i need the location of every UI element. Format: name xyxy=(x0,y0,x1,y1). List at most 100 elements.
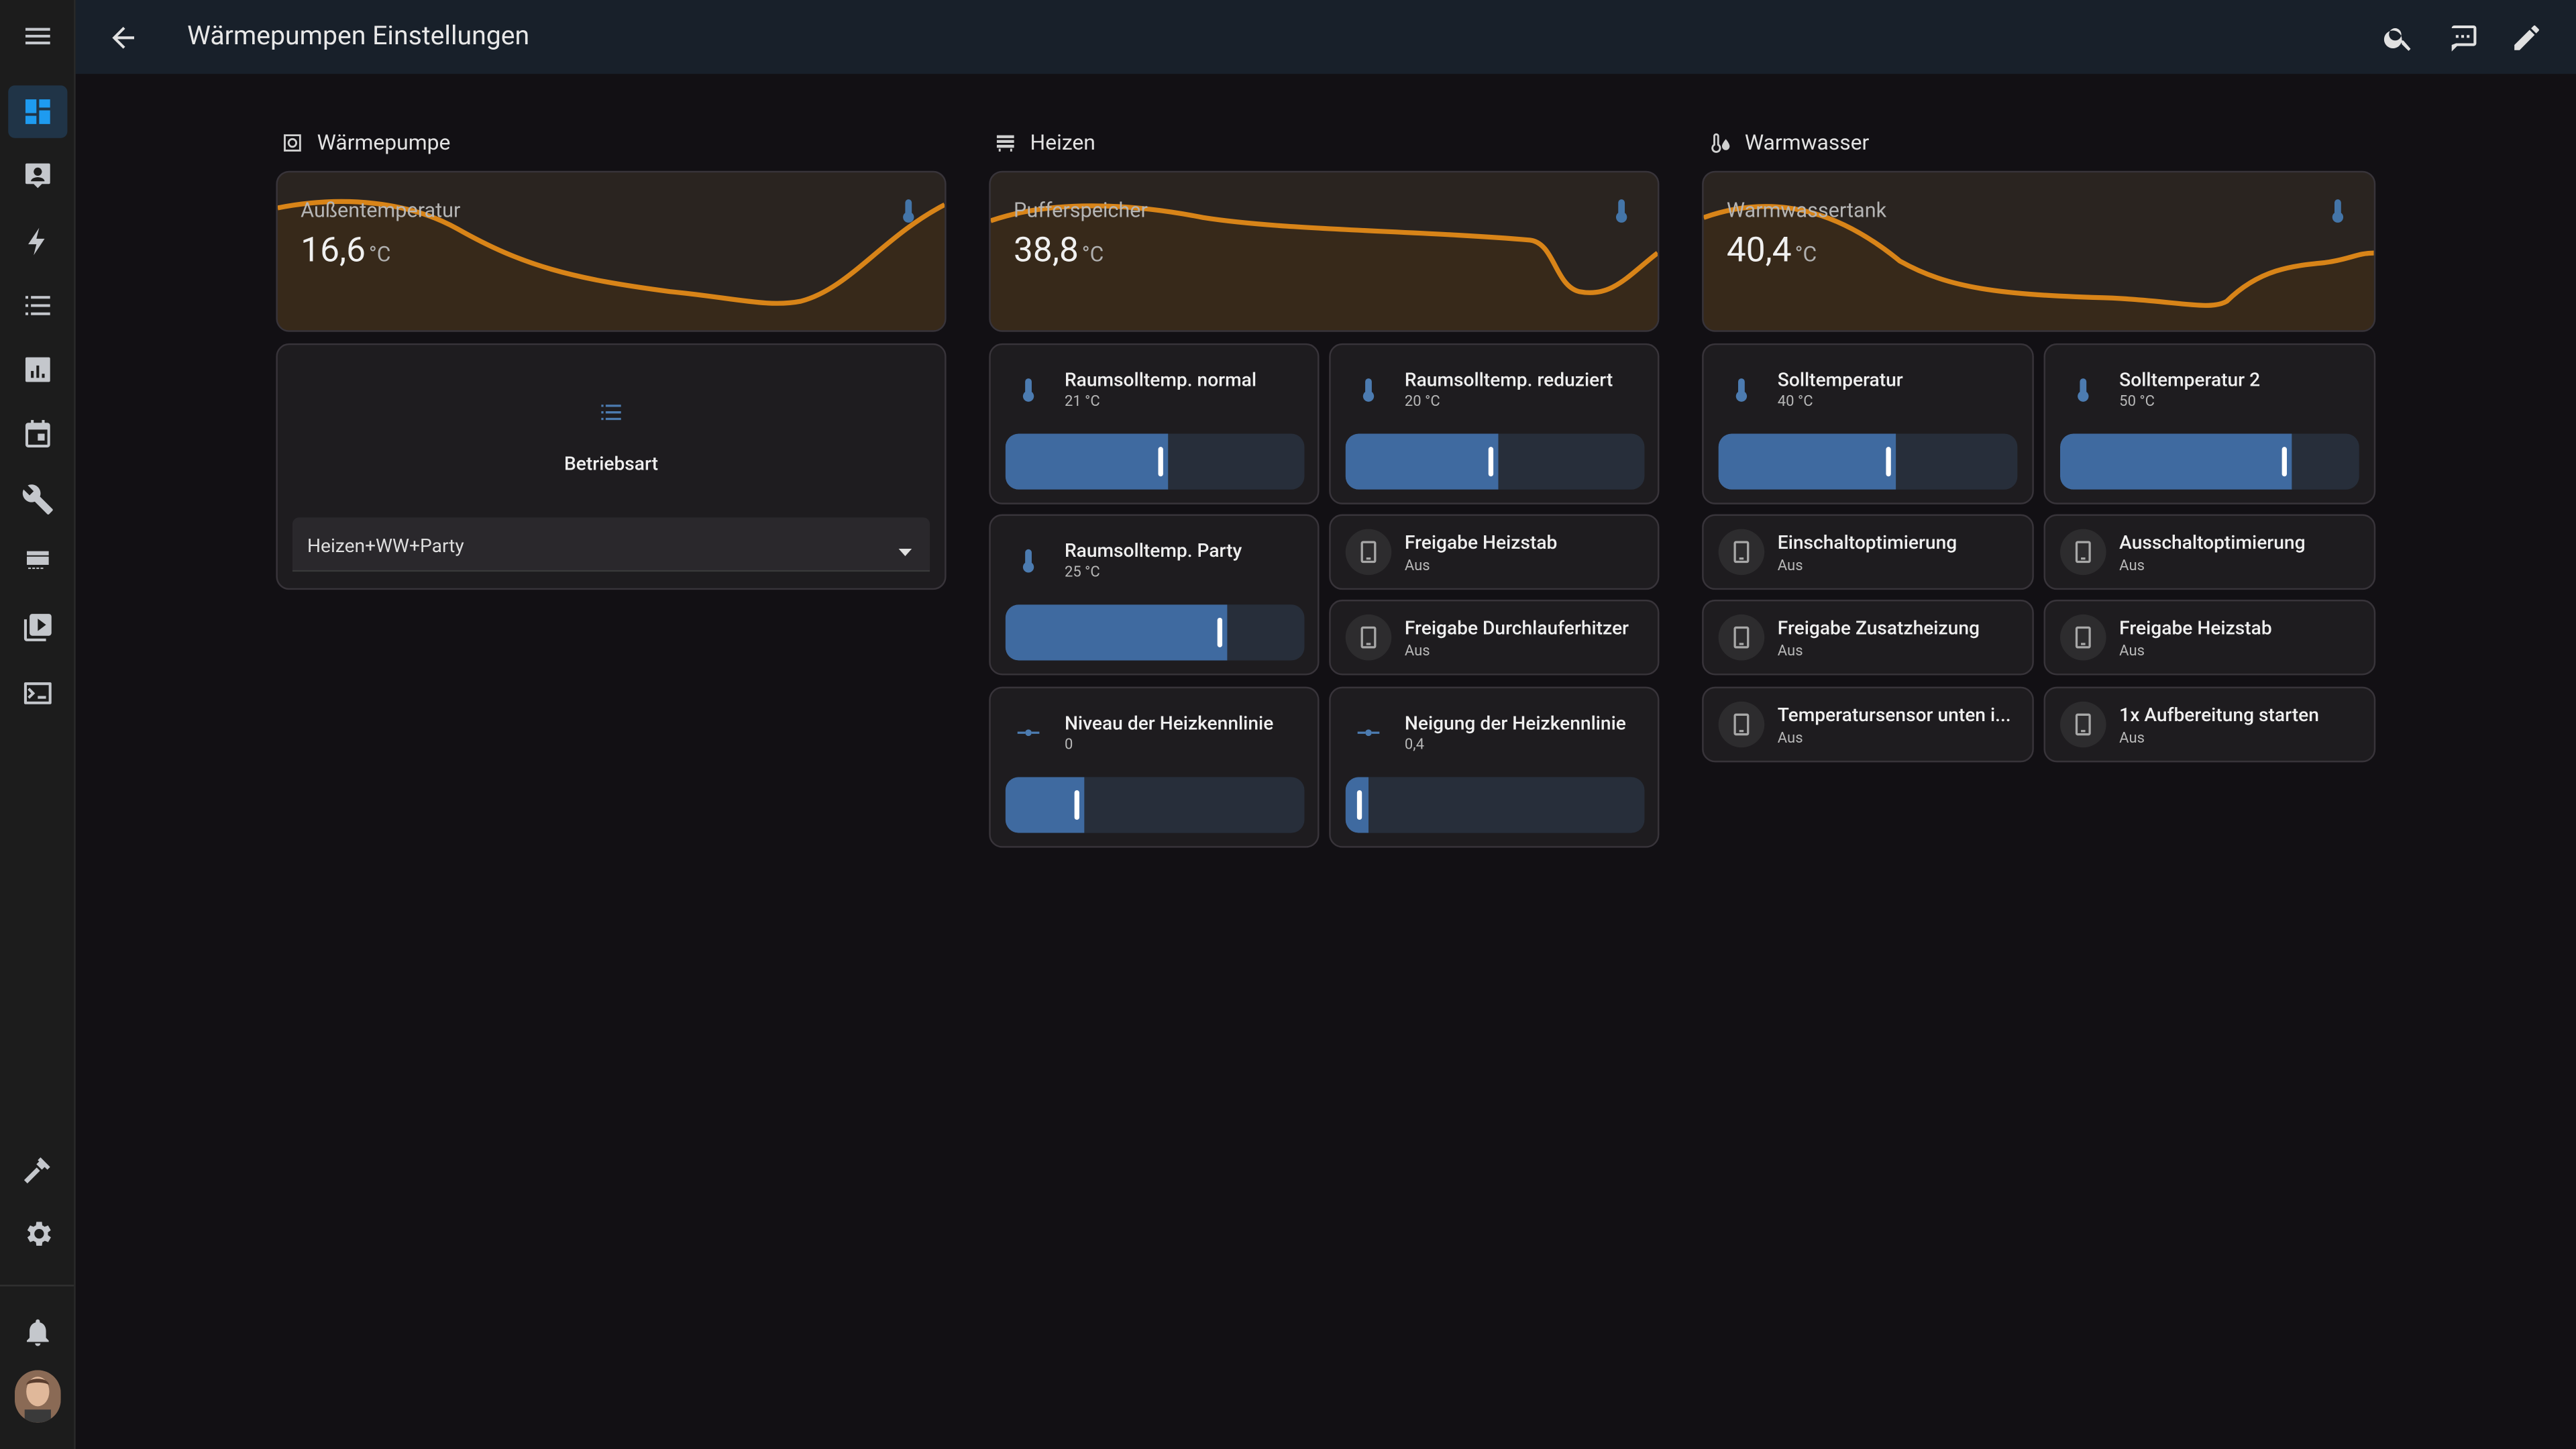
tile-name: Einschaltoptimierung xyxy=(1777,531,1957,554)
graph-value: 16,6 °C xyxy=(301,231,390,271)
slider-thumb[interactable] xyxy=(1356,790,1362,820)
value-unit: °C xyxy=(368,243,391,268)
slider-raumsolltemp-normal[interactable] xyxy=(1005,433,1305,490)
edit-icon[interactable] xyxy=(2507,18,2546,58)
tile-state: 0,4 xyxy=(1404,737,1424,755)
tile-temperatursensor-unten[interactable]: Temperatursensor unten i... Aus xyxy=(1702,686,2034,763)
tile-name: Solltemperatur 2 xyxy=(2119,368,2261,391)
tile-name: Raumsolltemp. reduziert xyxy=(1404,368,1613,391)
slider-thumb[interactable] xyxy=(1886,447,1891,477)
slider-neigung-heizkennlinie[interactable] xyxy=(1345,777,1645,833)
tile-raumsolltemp-reduziert[interactable]: Raumsolltemp. reduziert 20 °C xyxy=(1329,343,1660,504)
tile-freigabe-zusatzheizung[interactable]: Freigabe Zusatzheizung Aus xyxy=(1702,599,2034,676)
value-number: 40,4 xyxy=(1726,231,1792,272)
logbook-icon[interactable] xyxy=(8,279,67,331)
slider-niveau-heizkennlinie[interactable] xyxy=(1005,777,1305,833)
top-bar: Wärmepumpen Einstellungen xyxy=(75,0,2576,74)
tile-state: 40 °C xyxy=(1777,394,1813,411)
hacs-icon[interactable] xyxy=(8,537,67,590)
menu-icon[interactable] xyxy=(8,10,67,62)
phone-icon xyxy=(2060,701,2106,748)
thermometer-icon xyxy=(2065,371,2101,407)
tile-state: Aus xyxy=(2119,558,2145,576)
settings-icon[interactable] xyxy=(8,1208,67,1260)
tools-icon[interactable] xyxy=(8,473,67,525)
developer-hammer-icon[interactable] xyxy=(8,1143,67,1195)
history-icon[interactable] xyxy=(8,343,67,396)
tile-name: Neigung der Heizkennlinie xyxy=(1404,711,1626,735)
tile-name: Solltemperatur xyxy=(1777,368,1903,391)
media-icon[interactable] xyxy=(8,601,67,653)
tile-niveau-heizkennlinie[interactable]: Niveau der Heizkennlinie 0 xyxy=(989,686,1320,848)
tile-state: Aus xyxy=(2119,731,2145,748)
tile-solltemperatur-2[interactable]: Solltemperatur 2 50 °C xyxy=(2043,343,2376,504)
tile-name: 1x Aufbereitung starten xyxy=(2119,703,2319,727)
value-unit: °C xyxy=(1794,243,1817,268)
tile-einschaltoptimierung[interactable]: Einschaltoptimierung Aus xyxy=(1702,514,2034,590)
ray-vertex-icon xyxy=(1010,714,1046,751)
phone-icon xyxy=(1718,529,1765,576)
betriebsart-select[interactable]: Heizen+WW+Party xyxy=(292,517,930,572)
bell-icon[interactable] xyxy=(8,1306,67,1358)
tile-aufbereitung-starten[interactable]: 1x Aufbereitung starten Aus xyxy=(2043,686,2376,763)
energy-icon[interactable] xyxy=(8,215,67,268)
water-thermometer-icon xyxy=(1711,133,1730,153)
calendar-icon[interactable] xyxy=(8,407,67,460)
sensor-graph-pufferspeicher[interactable]: Pufferspeicher 38,8 °C xyxy=(989,170,1660,332)
slider-solltemperatur[interactable] xyxy=(1718,433,2018,490)
slider-fill xyxy=(1718,433,1896,490)
tile-neigung-heizkennlinie[interactable]: Neigung der Heizkennlinie 0,4 xyxy=(1329,686,1660,848)
tile-state: Aus xyxy=(1404,558,1430,576)
tile-state: Aus xyxy=(1777,644,1803,661)
section-title-label: Heizen xyxy=(1030,130,1095,156)
tile-raumsolltemp-party[interactable]: Raumsolltemp. Party 25 °C xyxy=(989,514,1320,676)
tile-name: Freigabe Zusatzheizung xyxy=(1777,616,1980,639)
slider-fill xyxy=(1345,433,1499,490)
account-box-icon[interactable] xyxy=(8,150,67,202)
phone-icon xyxy=(1345,529,1392,576)
slider-thumb[interactable] xyxy=(1074,790,1079,820)
tile-name: Freigabe Durchlauferhitzer xyxy=(1404,616,1629,639)
phone-icon xyxy=(2060,614,2106,661)
tile-ww-freigabe-heizstab[interactable]: Freigabe Heizstab Aus xyxy=(2043,599,2376,676)
slider-fill xyxy=(1005,777,1085,833)
slider-thumb[interactable] xyxy=(2282,447,2287,477)
graph-value: 38,8 °C xyxy=(1014,231,1104,271)
sensor-graph-warmwassertank[interactable]: Warmwassertank 40,4 °C xyxy=(1702,170,2376,332)
slider-thumb[interactable] xyxy=(1217,617,1223,647)
tile-solltemperatur[interactable]: Solltemperatur 40 °C xyxy=(1702,343,2034,504)
thermometer-icon xyxy=(1010,542,1046,578)
terminal-icon[interactable] xyxy=(8,667,67,719)
slider-solltemperatur-2[interactable] xyxy=(2060,433,2359,490)
thermometer-icon xyxy=(2324,195,2351,225)
back-arrow-icon[interactable] xyxy=(103,18,143,58)
graph-name: Pufferspeicher xyxy=(1014,199,1148,224)
assist-icon[interactable] xyxy=(2443,18,2483,58)
tile-name: Niveau der Heizkennlinie xyxy=(1064,711,1274,735)
tile-freigabe-durchlauferhitzer[interactable]: Freigabe Durchlauferhitzer Aus xyxy=(1329,599,1660,676)
slider-raumsolltemp-reduziert[interactable] xyxy=(1345,433,1645,490)
sensor-graph-aussentemperatur[interactable]: Außentemperatur 16,6 °C xyxy=(276,170,947,332)
dashboard-icon[interactable] xyxy=(8,85,68,138)
sidebar xyxy=(0,0,76,1449)
search-icon[interactable] xyxy=(2379,18,2418,58)
tile-state: 0 xyxy=(1064,737,1073,755)
tile-ausschaltoptimierung[interactable]: Ausschaltoptimierung Aus xyxy=(2043,514,2376,590)
slider-raumsolltemp-party[interactable] xyxy=(1005,604,1305,661)
section-title-warmwasser: Warmwasser xyxy=(1709,128,1869,158)
tile-raumsolltemp-normal[interactable]: Raumsolltemp. normal 21 °C xyxy=(989,343,1320,504)
avatar[interactable] xyxy=(15,1370,61,1423)
ray-vertex-icon xyxy=(1350,714,1387,751)
tile-state: Aus xyxy=(1404,644,1430,661)
graph-name: Warmwassertank xyxy=(1726,199,1887,224)
value-number: 16,6 xyxy=(301,231,366,272)
tile-state: 20 °C xyxy=(1404,394,1440,411)
slider-thumb[interactable] xyxy=(1488,447,1494,477)
tile-freigabe-heizstab[interactable]: Freigabe Heizstab Aus xyxy=(1329,514,1660,590)
tile-name: Freigabe Heizstab xyxy=(2119,616,2272,639)
section-title-label: Wärmepumpe xyxy=(317,130,451,156)
betriebsart-label: Betriebsart xyxy=(564,451,659,475)
list-icon xyxy=(598,399,624,425)
slider-thumb[interactable] xyxy=(1158,447,1163,477)
phone-icon xyxy=(2060,529,2106,576)
